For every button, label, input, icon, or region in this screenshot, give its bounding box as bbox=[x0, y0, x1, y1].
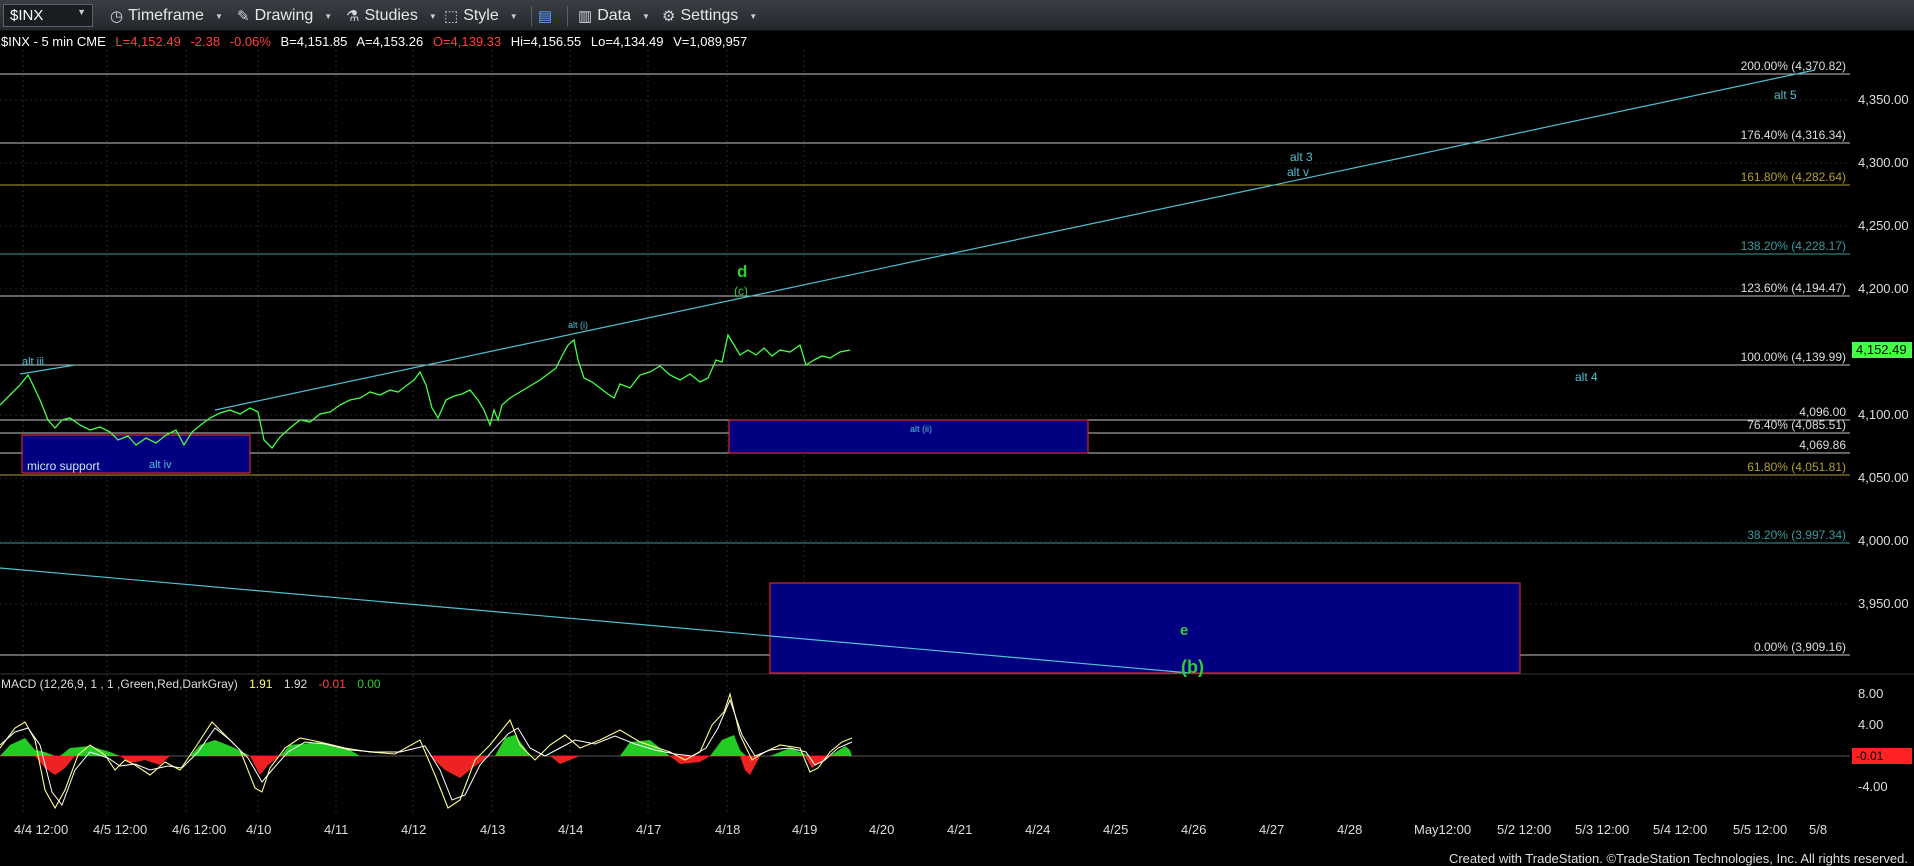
price-axis-tick: 4,250.00 bbox=[1858, 218, 1909, 233]
price-axis-tick: 4,050.00 bbox=[1858, 470, 1909, 485]
date-axis-tick: 4/24 bbox=[1025, 822, 1051, 837]
date-axis-tick: 5/8 bbox=[1809, 822, 1828, 837]
date-axis-tick: 5/4 12:00 bbox=[1653, 822, 1708, 837]
quote-info-line: $INX - 5 min CME L=4,152.49 -2.38 -0.06%… bbox=[1, 34, 753, 49]
open-value: O=4,139.33 bbox=[432, 34, 502, 49]
fib-lines bbox=[0, 73, 1850, 656]
wave-label-alt-5: alt 5 bbox=[1774, 88, 1797, 102]
target-e-box bbox=[769, 582, 1521, 674]
date-axis-tick: 4/11 bbox=[324, 822, 349, 837]
price-axis-tick: 4,300.00 bbox=[1858, 155, 1909, 170]
macd-legend: MACD (12,26,9, 1 , 1 ,Green,Red,DarkGray… bbox=[1, 677, 389, 691]
wave-label-alt-iii: alt iii bbox=[22, 356, 45, 368]
level-label: 4,069.86 bbox=[1799, 438, 1846, 452]
upper-channel-line bbox=[214, 69, 1816, 411]
chart-canvas[interactable] bbox=[0, 0, 1914, 866]
price-axis-tick: 3,950.00 bbox=[1858, 596, 1909, 611]
macd-axis-tick: -4.00 bbox=[1858, 779, 1888, 794]
macd-value-4: 0.00 bbox=[357, 677, 381, 691]
wave-label-alt-i: alt (i) bbox=[568, 320, 588, 330]
macd-study-label: MACD (12,26,9, 1 , 1 ,Green,Red,DarkGray… bbox=[1, 677, 238, 691]
date-axis-tick: May12:00 bbox=[1414, 822, 1472, 837]
alt-ii-box bbox=[728, 419, 1089, 454]
fib-label: 161.80% (4,282.64) bbox=[1740, 170, 1846, 184]
date-axis-tick: 4/10 bbox=[246, 822, 272, 837]
last-price-marker: 4,152.49 bbox=[1852, 342, 1912, 358]
fib-label: 100.00% (4,139.99) bbox=[1740, 350, 1846, 364]
wave-label-c: (c) bbox=[734, 284, 748, 298]
fib-label: 200.00% (4,370.82) bbox=[1740, 59, 1846, 73]
fib-label: 0.00% (3,909.16) bbox=[1753, 640, 1846, 654]
date-axis-tick: 4/17 bbox=[636, 822, 662, 837]
date-axis-tick: 4/28 bbox=[1337, 822, 1363, 837]
level-label: 4,096.00 bbox=[1799, 405, 1846, 419]
date-axis-tick: 4/18 bbox=[715, 822, 741, 837]
date-axis-tick: 4/6 12:00 bbox=[172, 822, 227, 837]
last-value: L=4,152.49 bbox=[115, 34, 181, 49]
macd-axis-tick: 8.00 bbox=[1858, 686, 1884, 701]
date-axis-tick: 5/5 12:00 bbox=[1733, 822, 1788, 837]
fib-label: 38.20% (3,997.34) bbox=[1747, 528, 1846, 542]
high-value: Hi=4,156.55 bbox=[510, 34, 582, 49]
date-axis-tick: 4/26 bbox=[1181, 822, 1207, 837]
fib-label: 176.40% (4,316.34) bbox=[1740, 128, 1846, 142]
macd-value-3: -0.01 bbox=[318, 677, 346, 691]
volume-value: V=1,089,957 bbox=[673, 34, 748, 49]
macd-value-2: 1.92 bbox=[283, 677, 308, 691]
wave-label-b: (b) bbox=[1181, 657, 1204, 677]
date-axis-tick: 4/21 bbox=[947, 822, 973, 837]
date-axis-tick: 5/3 12:00 bbox=[1575, 822, 1630, 837]
date-axis-tick: 4/20 bbox=[869, 822, 895, 837]
fib-label: 76.40% (4,085.51) bbox=[1747, 418, 1846, 432]
price-axis-tick: 4,200.00 bbox=[1858, 281, 1909, 296]
symbol-timeframe: $INX - 5 min CME bbox=[1, 34, 106, 49]
wave-label-alt-4: alt 4 bbox=[1575, 370, 1598, 384]
date-axis-tick: 4/13 bbox=[480, 822, 506, 837]
macd-axis-tick: 4.00 bbox=[1858, 717, 1884, 732]
price-axis-tick: 4,350.00 bbox=[1858, 92, 1909, 107]
wave-label-alt-ii: alt (ii) bbox=[910, 424, 932, 434]
wave-label-alt-3: alt 3 bbox=[1290, 150, 1313, 164]
macd-last-marker: -0.01 bbox=[1852, 748, 1912, 764]
date-axis-tick: 5/2 12:00 bbox=[1497, 822, 1552, 837]
price-line bbox=[0, 333, 851, 449]
date-axis-tick: 4/4 12:00 bbox=[14, 822, 69, 837]
wave-label-e: e bbox=[1180, 622, 1189, 639]
change-pct-value: -0.06% bbox=[229, 34, 271, 49]
wave-label-alt-v: alt v bbox=[1287, 165, 1310, 179]
low-value: Lo=4,134.49 bbox=[590, 34, 664, 49]
price-axis-tick: 4,100.00 bbox=[1858, 407, 1909, 422]
wave-label-alt-iv: alt iv bbox=[149, 459, 172, 471]
wave-label-d: d bbox=[737, 262, 748, 281]
fib-label: 123.60% (4,194.47) bbox=[1740, 281, 1846, 295]
change-value: -2.38 bbox=[190, 34, 221, 49]
price-axis-tick: 4,000.00 bbox=[1858, 533, 1909, 548]
date-axis-tick: 4/27 bbox=[1259, 822, 1285, 837]
date-axis-tick: 4/14 bbox=[558, 822, 584, 837]
date-axis-tick: 4/25 bbox=[1103, 822, 1129, 837]
copyright-footer: Created with TradeStation. ©TradeStation… bbox=[1448, 851, 1908, 866]
date-axis-tick: 4/12 bbox=[401, 822, 427, 837]
micro-support-label: micro support bbox=[27, 459, 100, 473]
horizontal-grid bbox=[0, 99, 1850, 605]
date-axis-tick: 4/19 bbox=[792, 822, 818, 837]
fib-label: 61.80% (4,051.81) bbox=[1747, 460, 1846, 474]
macd-value-1: 1.91 bbox=[249, 677, 273, 691]
ask-value: A=4,153.26 bbox=[356, 34, 424, 49]
date-axis-tick: 4/5 12:00 bbox=[93, 822, 148, 837]
bid-value: B=4,151.85 bbox=[280, 34, 348, 49]
fib-label: 138.20% (4,228.17) bbox=[1740, 239, 1846, 253]
